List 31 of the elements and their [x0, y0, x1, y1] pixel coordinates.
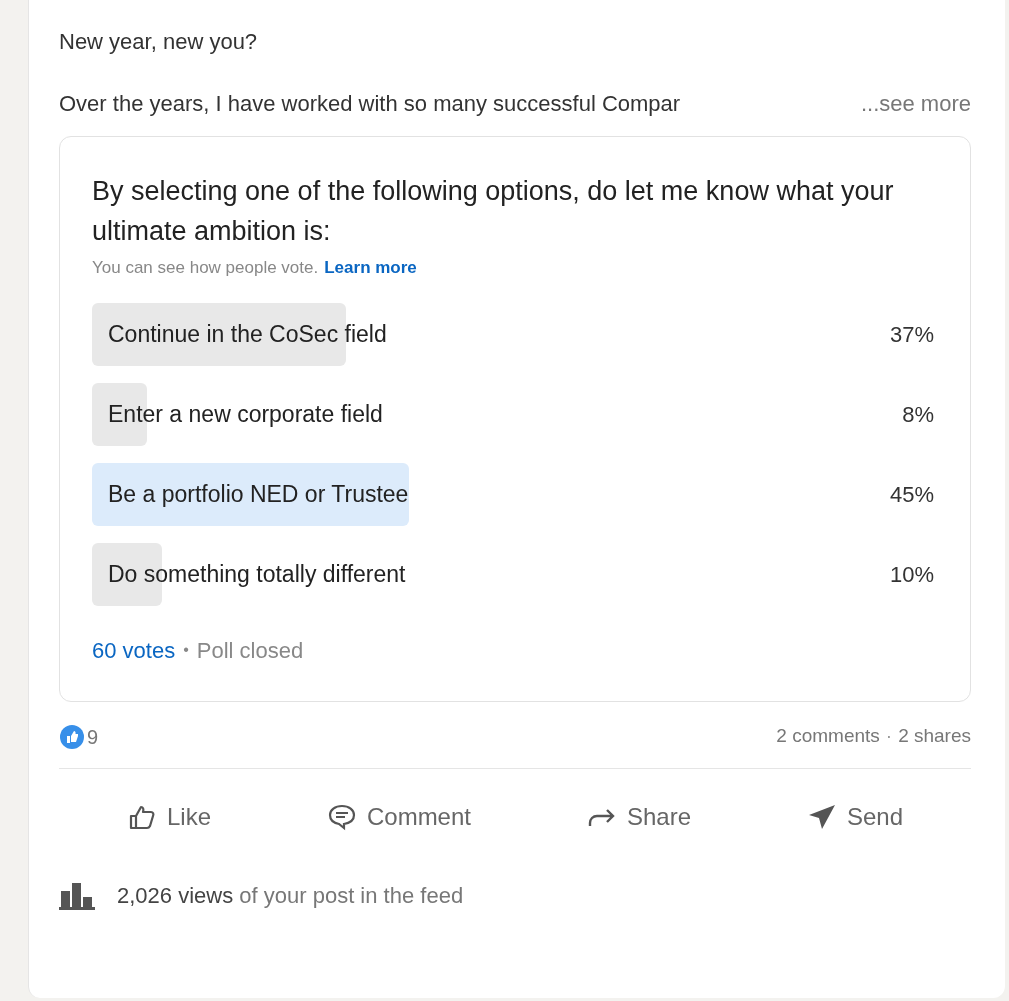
send-button[interactable]: Send [796, 788, 913, 845]
learn-more-link[interactable]: Learn more [324, 255, 417, 281]
option-percent: 8% [902, 400, 934, 429]
poll-option[interactable]: Do something totally different 10% [92, 542, 938, 606]
see-more-link[interactable]: ...see more [860, 88, 971, 120]
option-percent: 37% [889, 320, 934, 349]
comments-link[interactable]: 2 comments [776, 722, 880, 751]
votes-link[interactable]: 60 votes [92, 633, 176, 667]
like-reaction-icon [59, 723, 85, 750]
option-percent: 10% [889, 560, 934, 589]
poll-status: Poll closed [196, 636, 304, 665]
poll-option[interactable]: Continue in the CoSec field 37% [92, 302, 938, 366]
post-text: Over the years, I have worked with so many successful Compar [59, 90, 681, 118]
option-label: Continue in the CoSec field [108, 319, 387, 349]
poll-note: You can see how people vote. [92, 257, 319, 279]
like-button[interactable]: Like [116, 788, 221, 845]
option-label: Do something totally different [108, 559, 406, 589]
poll-option[interactable]: Be a portfolio NED or Trustee 45% [92, 462, 938, 526]
shares-link[interactable]: 2 shares [898, 722, 971, 751]
reaction-count: 9 [87, 724, 99, 750]
poll-question: By selecting one of the following options, do let me know what your ultimate ambition is: [92, 175, 895, 248]
option-percent: 45% [889, 480, 934, 509]
option-label: Enter a new corporate field [108, 399, 383, 429]
poll-option[interactable]: Enter a new corporate field 8% [92, 382, 938, 446]
comment-button[interactable]: Comment [316, 788, 481, 845]
separator-dot: · [885, 724, 893, 749]
separator-dot: • [183, 640, 189, 660]
post-text: New year, new you? [59, 28, 259, 56]
views-text: 2,026 views of your post in the feed [117, 881, 464, 910]
option-label: Be a portfolio NED or Trustee [108, 479, 409, 509]
share-button[interactable]: Share [576, 788, 701, 845]
